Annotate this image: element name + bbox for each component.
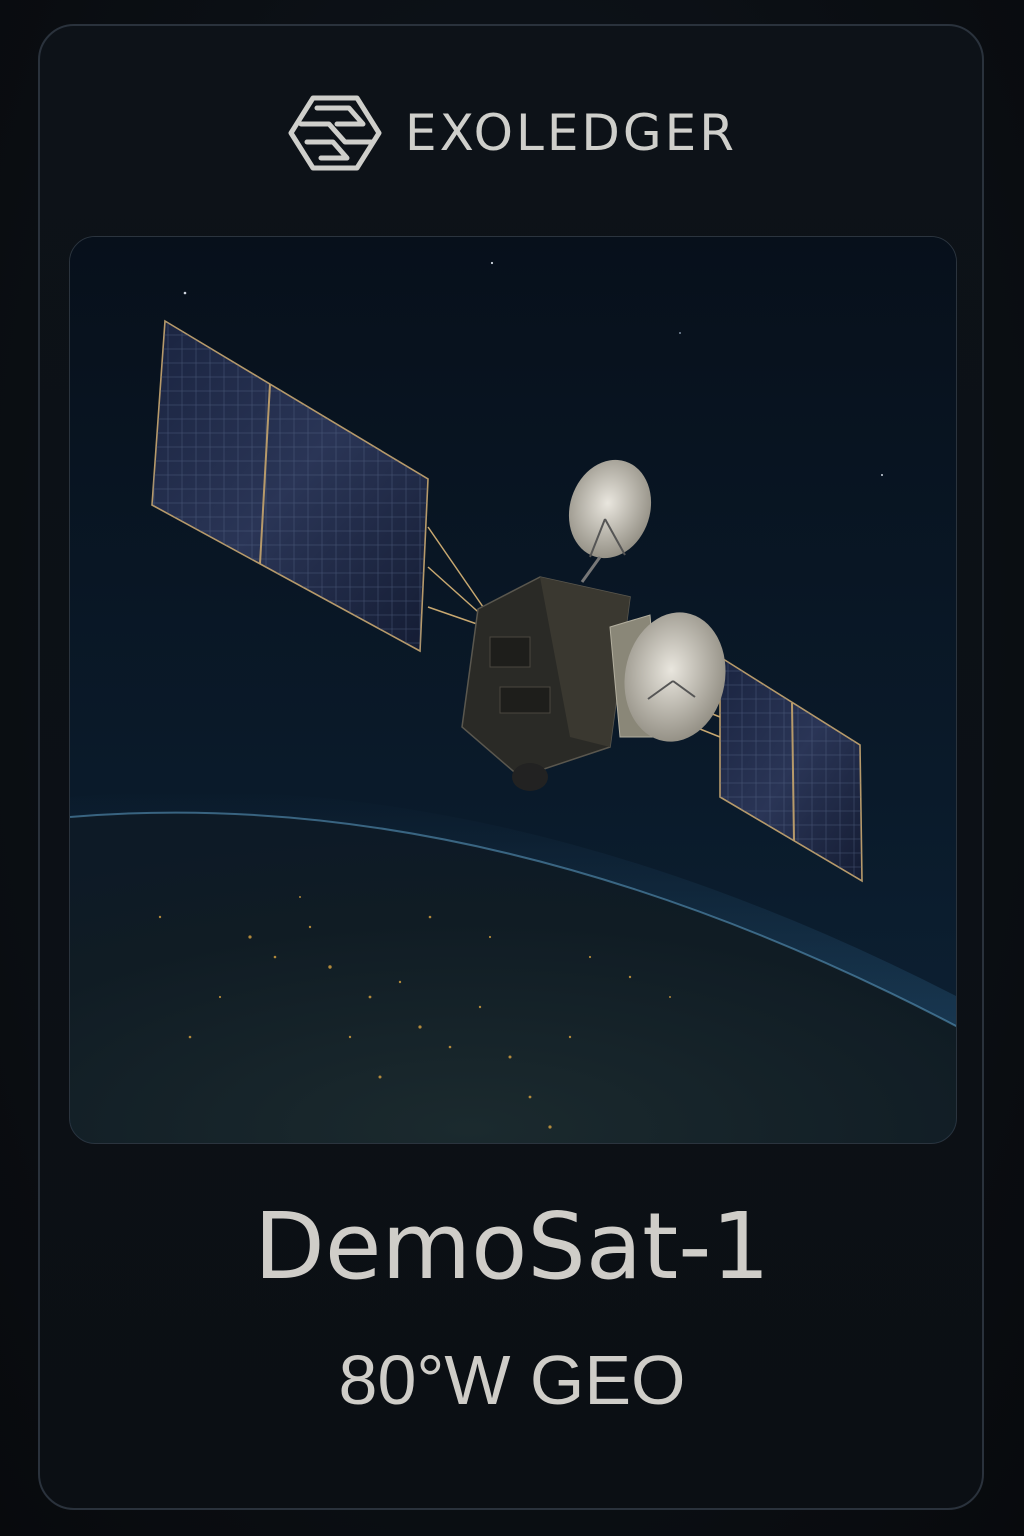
satellite-over-earth-image (69, 236, 957, 1144)
brand-header: EXOLEDGER (0, 88, 1024, 178)
page: EXOLEDGER DemoSat-1 80°W GEO (0, 0, 1024, 1536)
brand-name: EXOLEDGER (404, 104, 738, 162)
satellite-orbit: 80°W GEO (338, 1341, 686, 1419)
hexagon-logo-icon (287, 94, 383, 172)
satellite-name: DemoSat-1 (254, 1193, 770, 1300)
